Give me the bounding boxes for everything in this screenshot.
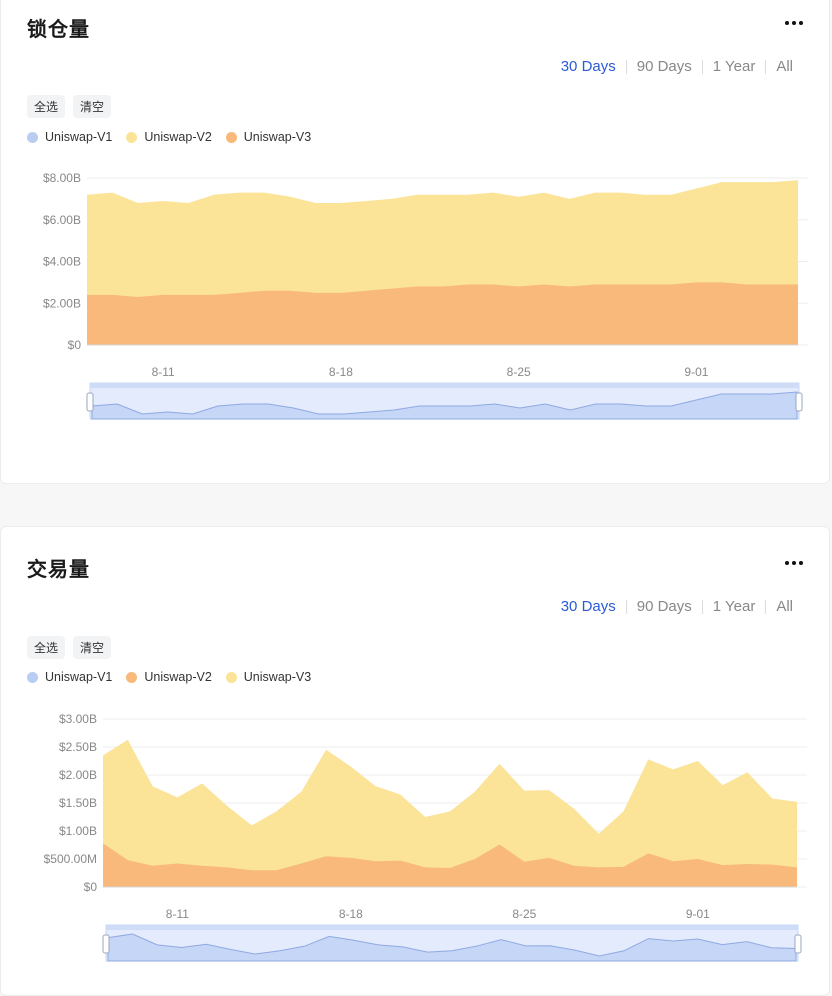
legend-label: Uniswap-V3: [243, 130, 312, 144]
x-tick-label: 8-18: [329, 365, 353, 379]
volume-card: 交易量 30 Days 90 Days 1 Year All 全选 清空 Uni…: [0, 526, 830, 996]
volume-range-30d[interactable]: 30 Days: [561, 598, 616, 615]
y-tick-label: $500.00M: [44, 852, 97, 866]
tvl-select-all-button[interactable]: 全选: [27, 95, 66, 118]
y-tick-label: $8.00B: [43, 171, 81, 185]
tvl-chart: $0 $2.00B $4.00B $6.00B $8.00B 8-11 8-18 8-25 9-…: [43, 171, 808, 420]
x-tick-label: 9-01: [686, 907, 710, 921]
tvl-title: 锁仓量: [27, 19, 90, 41]
tvl-chips: 全选 清空: [27, 95, 112, 118]
x-tick-label: 8-11: [152, 365, 175, 379]
x-tick-label: 8-11: [166, 907, 189, 921]
navigator-top-bar: [90, 383, 799, 388]
tvl-range-all[interactable]: All: [776, 58, 793, 75]
volume-clear-button[interactable]: 清空: [73, 636, 112, 659]
volume-chart: $0 $500.00M $1.00B $1.50B $2.00B $2.50B $3.00B…: [44, 712, 807, 962]
legend-dot-icon: [126, 131, 138, 143]
volume-legend-v1[interactable]: Uniswap-V1: [27, 670, 112, 684]
tvl-card: 锁仓量 30 Days 90 Days 1 Year All 全选 清空 Uni…: [0, 0, 830, 484]
volume-legend: Uniswap-V1 Uniswap-V2 Uniswap-V3: [27, 670, 311, 684]
legend-dot-icon: [27, 131, 38, 143]
x-tick-label: 8-18: [339, 907, 363, 921]
y-tick-label: $4.00B: [43, 255, 81, 269]
legend-label: Uniswap-V2: [144, 130, 212, 144]
y-tick-label: $0: [68, 338, 82, 352]
tvl-legend-v2[interactable]: Uniswap-V2: [126, 130, 212, 144]
y-tick-label: $0: [84, 880, 98, 894]
legend-dot-icon: [27, 671, 38, 683]
tvl-legend-v3[interactable]: Uniswap-V3: [225, 130, 312, 144]
volume-range-selector: 30 Days 90 Days 1 Year All: [561, 598, 793, 615]
volume-range-1y[interactable]: 1 Year: [713, 598, 756, 615]
volume-range-all[interactable]: All: [776, 598, 793, 615]
legend-dot-icon: [225, 671, 237, 683]
y-tick-label: $2.00B: [43, 296, 81, 310]
tvl-more-icon[interactable]: [785, 20, 803, 26]
tvl-range-90d[interactable]: 90 Days: [637, 58, 692, 75]
y-tick-label: $2.50B: [59, 740, 97, 754]
range-navigator: [102, 924, 802, 962]
y-tick-label: $1.00B: [59, 824, 97, 838]
legend-label: Uniswap-V2: [144, 670, 212, 684]
legend-dot-icon: [225, 131, 237, 143]
volume-legend-v2[interactable]: Uniswap-V2: [126, 670, 212, 684]
y-tick-label: $6.00B: [43, 213, 81, 227]
tvl-clear-button[interactable]: 清空: [73, 95, 112, 118]
legend-label: Uniswap-V1: [45, 130, 113, 144]
tvl-range-30d[interactable]: 30 Days: [561, 58, 616, 75]
legend-label: Uniswap-V3: [243, 670, 312, 684]
x-tick-label: 8-25: [507, 365, 531, 379]
volume-range-90d[interactable]: 90 Days: [637, 598, 692, 615]
tvl-legend: Uniswap-V1 Uniswap-V2 Uniswap-V3: [27, 130, 311, 144]
x-tick-label: 8-25: [512, 907, 536, 921]
legend-label: Uniswap-V1: [45, 670, 113, 684]
navigator-handle[interactable]: [102, 934, 110, 954]
tvl-legend-v1[interactable]: Uniswap-V1: [27, 130, 112, 144]
y-tick-label: $3.00B: [59, 712, 97, 726]
legend-dot-icon: [126, 671, 138, 683]
range-navigator: [86, 382, 803, 420]
y-tick-label: $1.50B: [59, 796, 97, 810]
navigator-handle[interactable]: [795, 392, 803, 412]
volume-chips: 全选 清空: [27, 636, 112, 659]
volume-title: 交易量: [27, 559, 90, 581]
y-tick-label: $2.00B: [59, 768, 97, 782]
volume-more-icon[interactable]: [785, 560, 803, 566]
x-tick-label: 9-01: [684, 365, 708, 379]
navigator-handle[interactable]: [86, 392, 94, 412]
navigator-top-bar: [106, 925, 798, 930]
navigator-handle[interactable]: [794, 934, 802, 954]
volume-select-all-button[interactable]: 全选: [27, 636, 66, 659]
volume-legend-v3[interactable]: Uniswap-V3: [225, 670, 312, 684]
tvl-range-1y[interactable]: 1 Year: [713, 58, 756, 75]
tvl-range-selector: 30 Days 90 Days 1 Year All: [561, 58, 793, 75]
